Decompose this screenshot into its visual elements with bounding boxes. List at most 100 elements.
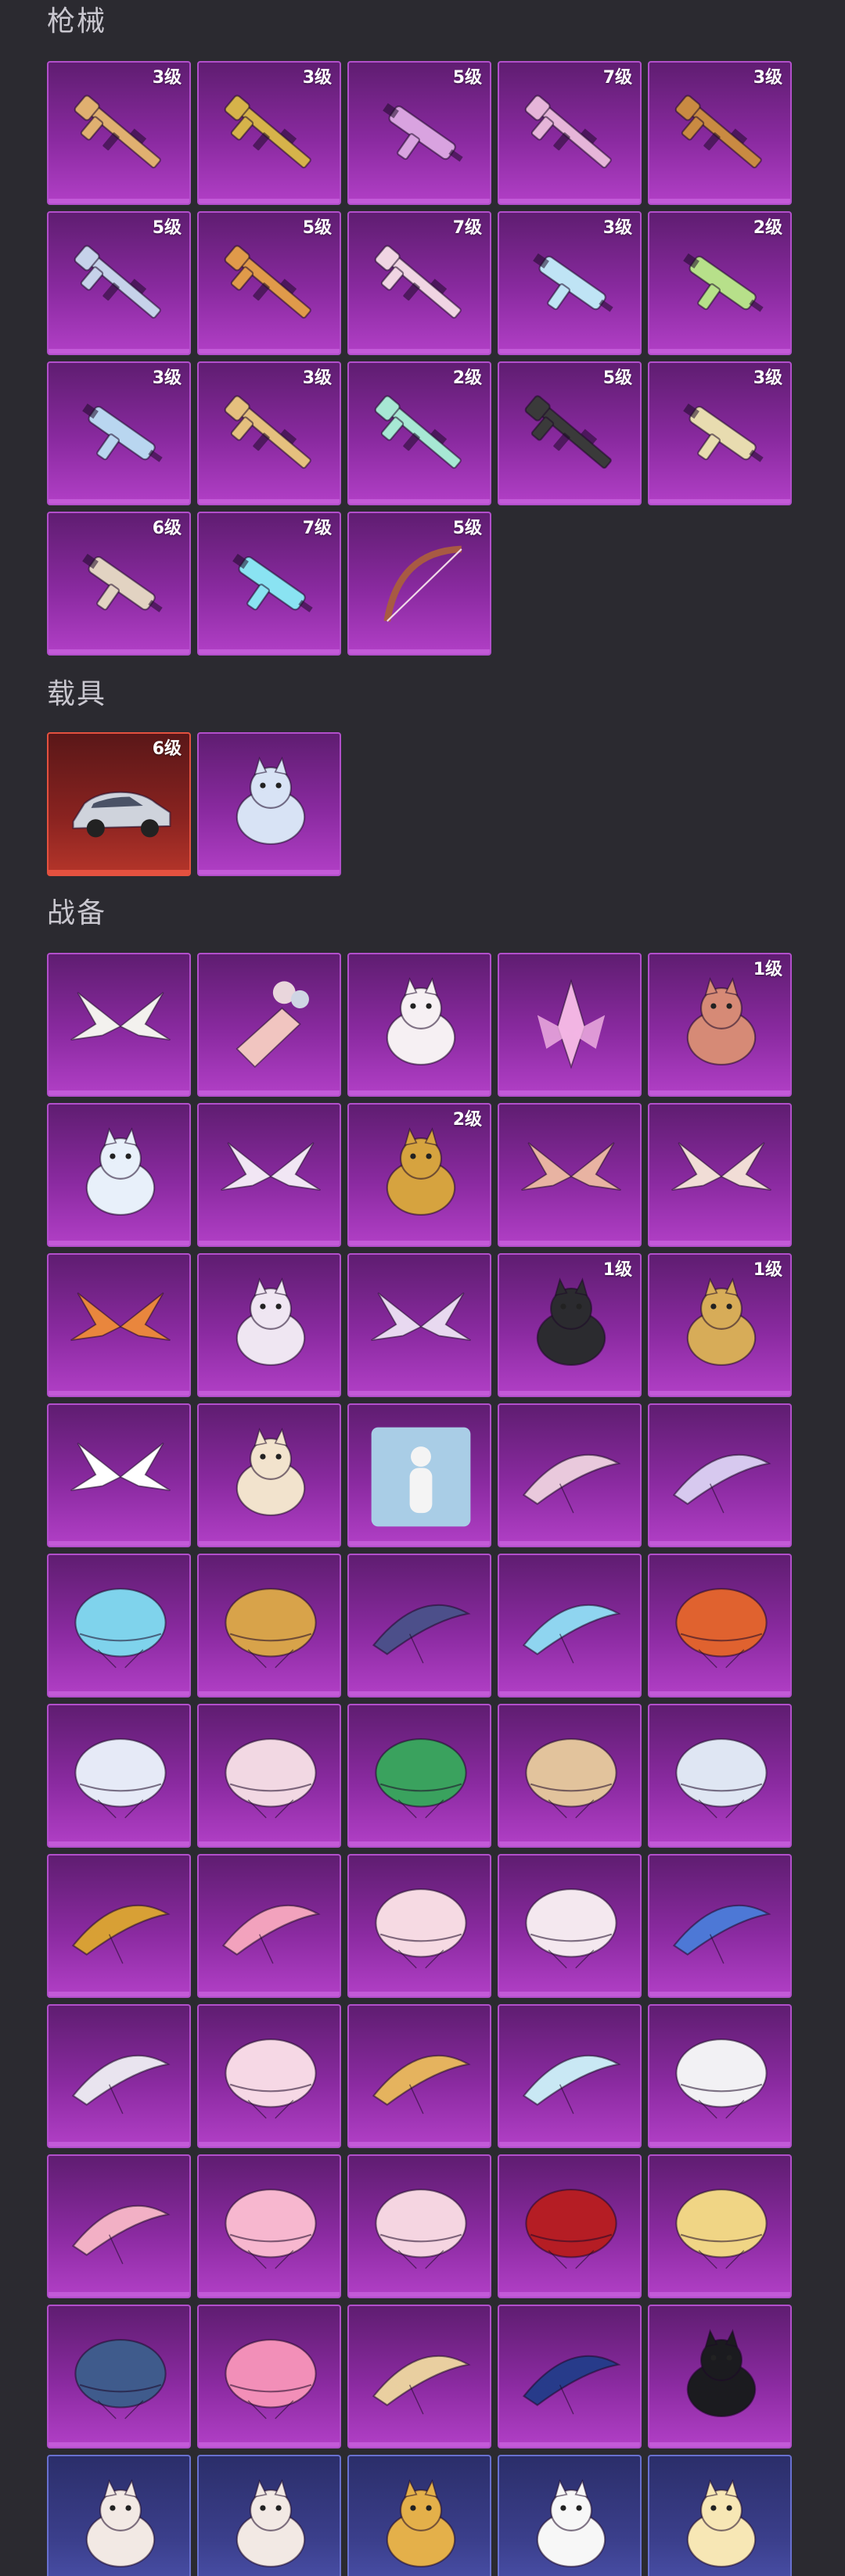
gear-item-tile[interactable]: [498, 2305, 642, 2448]
guns-grid: 3级 3级 5级 7级 3级 5级 5级 7级 3级 2级 3级 3级 2级 5…: [47, 61, 792, 656]
vehicles-item-tile[interactable]: 6级: [47, 732, 191, 876]
guns-item-tile[interactable]: 6级: [47, 512, 191, 656]
guns-item-tile[interactable]: 3级: [197, 361, 341, 505]
parachute-icon: [225, 2038, 317, 2119]
guns-item-tile[interactable]: 5级: [197, 211, 341, 355]
gear-item-tile[interactable]: [47, 1253, 191, 1397]
gear-item-tile[interactable]: [197, 1554, 341, 1698]
gear-item-tile[interactable]: [498, 2154, 642, 2298]
level-badge: 5级: [452, 68, 482, 88]
level-badge: 3级: [302, 368, 332, 388]
gear-item-tile[interactable]: [197, 2004, 341, 2148]
gear-item-tile[interactable]: 1级: [648, 1253, 792, 1397]
rifle-icon: [374, 395, 462, 469]
glider-icon: [522, 1453, 621, 1514]
guns-item-tile[interactable]: 7级: [498, 61, 642, 205]
gear-item-tile[interactable]: [47, 1554, 191, 1698]
level-badge: 3级: [753, 368, 782, 388]
gear-item-tile[interactable]: [498, 1103, 642, 1247]
gear-item-tile[interactable]: [648, 1854, 792, 1998]
parachute-icon: [525, 1737, 617, 1819]
gear-item-tile[interactable]: [498, 1854, 642, 1998]
guns-item-tile[interactable]: 3级: [498, 211, 642, 355]
gear-item-tile[interactable]: [347, 953, 491, 1097]
gear-item-tile[interactable]: [347, 1253, 491, 1397]
level-badge: 2级: [452, 368, 482, 388]
gear-item-tile[interactable]: [197, 1403, 341, 1547]
gear-item-tile[interactable]: [47, 1103, 191, 1247]
gear-item-tile[interactable]: [648, 1103, 792, 1247]
guns-item-tile[interactable]: 5级: [498, 361, 642, 505]
guns-item-tile[interactable]: 5级: [47, 211, 191, 355]
gear-item-tile[interactable]: [347, 2305, 491, 2448]
rabbit-icon: [386, 977, 456, 1066]
rifle-icon: [224, 95, 311, 169]
gear-item-tile[interactable]: [498, 1554, 642, 1698]
gear-item-tile[interactable]: [47, 2305, 191, 2448]
gear-item-tile[interactable]: [197, 2154, 341, 2298]
gear-item-tile[interactable]: [47, 1403, 191, 1547]
cat-face-icon: [686, 2329, 757, 2418]
gear-item-tile[interactable]: [347, 2004, 491, 2148]
gear-item-tile[interactable]: [648, 2455, 792, 2576]
gear-item-tile[interactable]: [498, 953, 642, 1097]
gear-item-tile[interactable]: [197, 953, 341, 1097]
gear-item-tile[interactable]: [197, 1103, 341, 1247]
star-wings-icon: [221, 1142, 321, 1191]
glider-icon: [221, 1904, 321, 1964]
vehicles-grid: 6级: [47, 732, 792, 876]
gear-item-tile[interactable]: [197, 1854, 341, 1998]
gear-item-tile[interactable]: [47, 1854, 191, 1998]
gear-item-tile[interactable]: [498, 1704, 642, 1848]
shadow-dragon-icon: [536, 1277, 606, 1367]
level-badge: 6级: [152, 519, 182, 538]
gear-item-tile[interactable]: [648, 2004, 792, 2148]
level-badge: 1级: [753, 1260, 782, 1280]
gear-item-tile[interactable]: [197, 1704, 341, 1848]
gear-item-tile[interactable]: [47, 1704, 191, 1848]
gear-item-tile[interactable]: [498, 1403, 642, 1547]
guns-item-tile[interactable]: 3级: [197, 61, 341, 205]
gear-item-tile[interactable]: 2级: [347, 1103, 491, 1247]
gear-item-tile[interactable]: [648, 2154, 792, 2298]
guns-item-tile[interactable]: 5级: [347, 61, 491, 205]
guns-item-tile[interactable]: 7级: [197, 512, 341, 656]
guns-item-tile[interactable]: 2级: [648, 211, 792, 355]
gear-item-tile[interactable]: [648, 1403, 792, 1547]
gear-item-tile[interactable]: [648, 1704, 792, 1848]
gear-item-tile[interactable]: [47, 2154, 191, 2298]
gear-item-tile[interactable]: [347, 2154, 491, 2298]
gear-item-tile[interactable]: [347, 2455, 491, 2576]
gear-item-tile[interactable]: [47, 2004, 191, 2148]
gear-item-tile[interactable]: [347, 1403, 491, 1547]
gear-item-tile[interactable]: [47, 953, 191, 1097]
gear-item-tile[interactable]: [347, 1554, 491, 1698]
gear-item-tile[interactable]: [197, 1253, 341, 1397]
gear-item-tile[interactable]: [197, 2455, 341, 2576]
bow-icon: [383, 545, 462, 622]
gear-item-tile[interactable]: [648, 1554, 792, 1698]
guns-item-tile[interactable]: 7级: [347, 211, 491, 355]
guns-item-tile[interactable]: 3级: [47, 61, 191, 205]
gear-item-tile[interactable]: [197, 2305, 341, 2448]
gear-item-tile[interactable]: 1级: [498, 1253, 642, 1397]
guns-item-tile[interactable]: 3级: [47, 361, 191, 505]
guns-item-tile[interactable]: 3级: [648, 61, 792, 205]
gear-item-tile[interactable]: [498, 2004, 642, 2148]
level-badge: 3级: [753, 68, 782, 88]
gear-item-tile[interactable]: [347, 1854, 491, 1998]
gear-item-tile[interactable]: [347, 1704, 491, 1848]
gear-item-tile[interactable]: [498, 2455, 642, 2576]
cat-pet-icon: [85, 1127, 156, 1216]
guns-item-tile[interactable]: 3级: [648, 361, 792, 505]
guns-item-tile[interactable]: 5级: [347, 512, 491, 656]
gear-item-tile[interactable]: [47, 2455, 191, 2576]
level-badge: 5级: [602, 368, 632, 388]
gear-item-tile[interactable]: [648, 2305, 792, 2448]
parachute-icon: [74, 1737, 167, 1819]
guns-item-tile[interactable]: 2级: [347, 361, 491, 505]
parachute-icon: [375, 2188, 467, 2269]
glider-icon: [372, 1604, 471, 1664]
gear-item-tile[interactable]: 1级: [648, 953, 792, 1097]
vehicles-item-tile[interactable]: [197, 732, 341, 876]
